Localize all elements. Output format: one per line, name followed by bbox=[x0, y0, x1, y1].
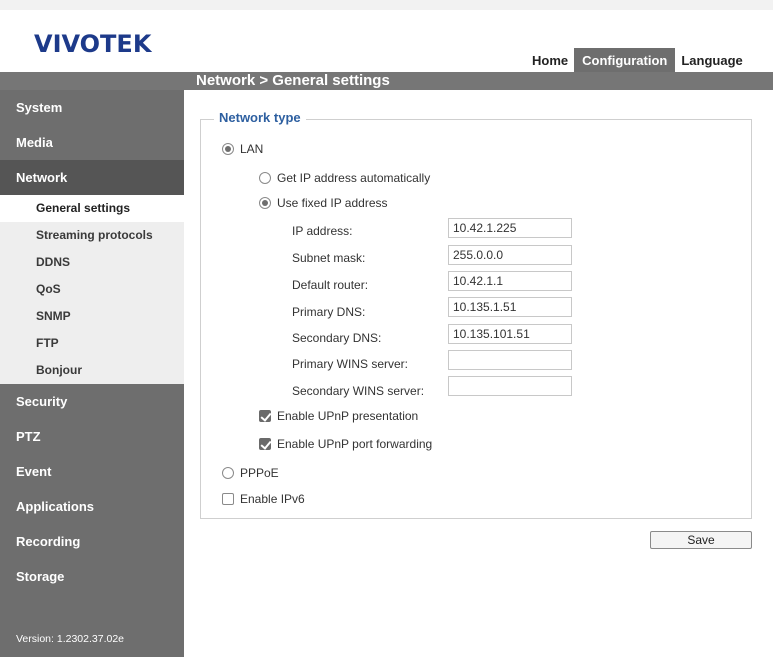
subnet-mask-label: Subnet mask: bbox=[292, 251, 366, 265]
vivotek-logo: VIVOTEK bbox=[34, 30, 152, 58]
tab-configuration[interactable]: Configuration bbox=[574, 48, 676, 72]
network-submenu: General settings Streaming protocols DDN… bbox=[0, 195, 184, 384]
primary-dns-label: Primary DNS: bbox=[292, 305, 366, 319]
sidebar-item-event[interactable]: Event bbox=[0, 454, 184, 489]
network-type-legend: Network type bbox=[214, 110, 306, 125]
get-ip-auto-option[interactable]: Get IP address automatically bbox=[259, 171, 430, 185]
sidebar-item-network[interactable]: Network bbox=[0, 160, 184, 195]
lan-option[interactable]: LAN bbox=[222, 142, 263, 156]
ip-address-input[interactable] bbox=[448, 218, 572, 238]
secondary-wins-input[interactable] bbox=[448, 376, 572, 396]
lan-radio[interactable] bbox=[222, 143, 234, 155]
primary-wins-input[interactable] bbox=[448, 350, 572, 370]
sidebar-item-storage[interactable]: Storage bbox=[0, 559, 184, 594]
primary-wins-label: Primary WINS server: bbox=[292, 357, 409, 371]
use-fixed-ip-option[interactable]: Use fixed IP address bbox=[259, 196, 388, 210]
firmware-version: Version: 1.2302.37.02e bbox=[16, 633, 125, 645]
subnet-mask-input[interactable] bbox=[448, 245, 572, 265]
use-fixed-ip-label: Use fixed IP address bbox=[277, 196, 388, 210]
sidebar-item-recording[interactable]: Recording bbox=[0, 524, 184, 559]
upnp-presentation-checkbox[interactable] bbox=[259, 410, 271, 422]
secondary-dns-input[interactable] bbox=[448, 324, 572, 344]
sidebar-subitem-ftp[interactable]: FTP bbox=[0, 330, 184, 357]
sidebar-subitem-streaming-protocols[interactable]: Streaming protocols bbox=[0, 222, 184, 249]
sidebar-subitem-snmp[interactable]: SNMP bbox=[0, 303, 184, 330]
page-title: Network > General settings bbox=[196, 72, 390, 89]
sidebar-subitem-qos[interactable]: QoS bbox=[0, 276, 184, 303]
top-nav: Home Configuration Language bbox=[526, 48, 749, 72]
default-router-label: Default router: bbox=[292, 278, 369, 292]
upnp-presentation-label: Enable UPnP presentation bbox=[277, 409, 419, 423]
secondary-wins-label: Secondary WINS server: bbox=[292, 384, 425, 398]
upnp-presentation-option[interactable]: Enable UPnP presentation bbox=[259, 409, 418, 423]
secondary-dns-label: Secondary DNS: bbox=[292, 331, 382, 345]
sidebar-subitem-ddns[interactable]: DDNS bbox=[0, 249, 184, 276]
sidebar-subitem-bonjour[interactable]: Bonjour bbox=[0, 357, 184, 384]
pppoe-radio[interactable] bbox=[222, 467, 234, 479]
upnp-port-forwarding-option[interactable]: Enable UPnP port forwarding bbox=[259, 437, 432, 451]
default-router-input[interactable] bbox=[448, 271, 572, 291]
primary-dns-input[interactable] bbox=[448, 297, 572, 317]
ipv6-checkbox[interactable] bbox=[222, 493, 234, 505]
get-ip-auto-radio[interactable] bbox=[259, 172, 271, 184]
ipv6-option[interactable]: Enable IPv6 bbox=[222, 492, 305, 506]
tab-home[interactable]: Home bbox=[526, 48, 574, 72]
top-strip bbox=[0, 0, 773, 10]
sidebar-subitem-general-settings[interactable]: General settings bbox=[0, 195, 184, 222]
pppoe-label: PPPoE bbox=[240, 466, 279, 480]
sidebar-item-applications[interactable]: Applications bbox=[0, 489, 184, 524]
sidebar-item-media[interactable]: Media bbox=[0, 125, 184, 160]
sidebar: System Media Network General settings St… bbox=[0, 90, 184, 657]
save-button[interactable]: Save bbox=[650, 531, 752, 549]
tab-language[interactable]: Language bbox=[675, 48, 748, 72]
pppoe-option[interactable]: PPPoE bbox=[222, 466, 279, 480]
use-fixed-ip-radio[interactable] bbox=[259, 197, 271, 209]
ip-address-label: IP address: bbox=[292, 224, 353, 238]
sidebar-item-ptz[interactable]: PTZ bbox=[0, 419, 184, 454]
sidebar-item-system[interactable]: System bbox=[0, 90, 184, 125]
upnp-port-forwarding-label: Enable UPnP port forwarding bbox=[277, 437, 433, 451]
upnp-port-forwarding-checkbox[interactable] bbox=[259, 438, 271, 450]
get-ip-auto-label: Get IP address automatically bbox=[277, 171, 431, 185]
ipv6-label: Enable IPv6 bbox=[240, 492, 305, 506]
lan-label: LAN bbox=[240, 142, 264, 156]
sidebar-item-security[interactable]: Security bbox=[0, 384, 184, 419]
